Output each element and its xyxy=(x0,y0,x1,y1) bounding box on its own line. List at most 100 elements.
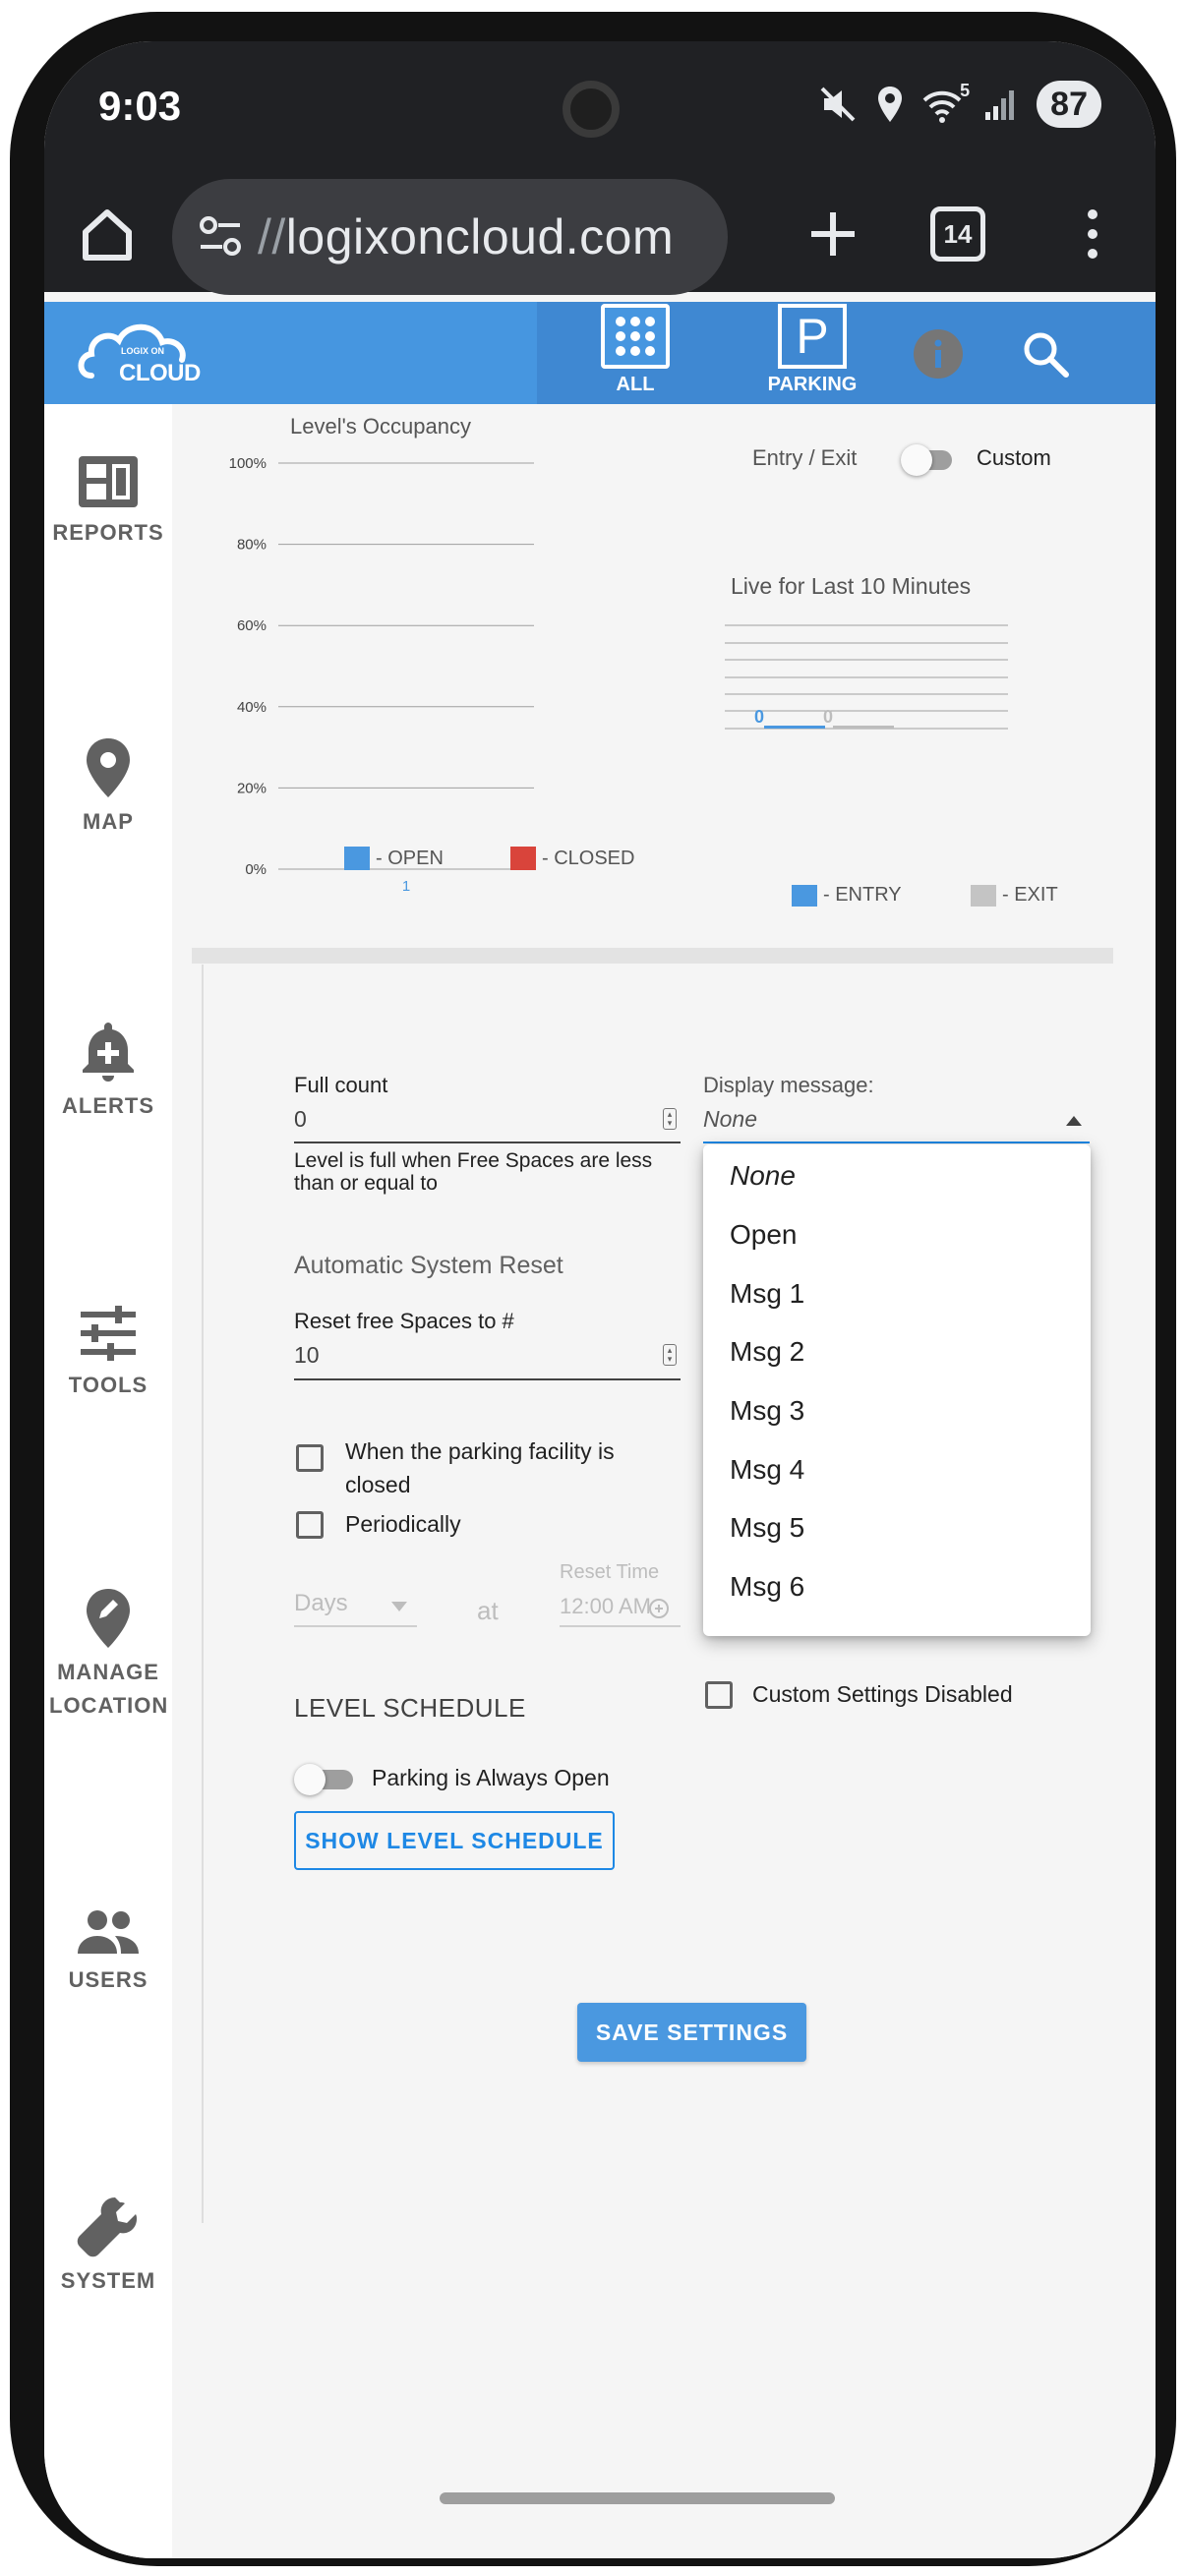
status-icons: 5 87 xyxy=(818,81,1101,128)
info-button[interactable] xyxy=(914,329,963,379)
tab-count: 14 xyxy=(930,206,985,262)
full-count-value: 0 xyxy=(294,1106,307,1132)
occupancy-chart: 0% 20% 40% 60% 80% 100% 1 xyxy=(229,455,534,895)
reset-time-input[interactable]: 12:00 AM xyxy=(560,1590,681,1625)
sidebar-item-manage-location[interactable]: MANAGE LOCATION xyxy=(44,1587,172,1723)
display-message-select[interactable]: None xyxy=(703,1102,1090,1142)
sidebar-item-system[interactable]: SYSTEM xyxy=(44,2194,172,2298)
browser-menu-button[interactable] xyxy=(1057,199,1128,269)
section-divider xyxy=(192,948,1113,964)
browser-toolbar: //logixoncloud.com 14 xyxy=(44,169,1156,295)
always-open-label: Parking is Always Open xyxy=(372,1765,610,1790)
front-camera xyxy=(563,81,620,138)
display-message-value: None xyxy=(703,1106,757,1132)
logix-logo[interactable]: LOGIX ON CLOUD xyxy=(74,317,202,391)
at-label: at xyxy=(477,1596,499,1625)
url-bar[interactable]: //logixoncloud.com xyxy=(172,179,728,295)
reset-spaces-label: Reset free Spaces to # xyxy=(294,1309,514,1333)
nav-all[interactable]: ALL xyxy=(591,302,680,404)
users-icon xyxy=(78,1910,139,1954)
legend-closed-label: - CLOSED xyxy=(542,847,635,869)
sidebar-item-tools[interactable]: TOOLS xyxy=(44,1304,172,1402)
full-count-input[interactable]: 0 ▴ ▾ xyxy=(294,1102,681,1142)
live-chart: 00 xyxy=(725,624,1008,730)
days-select[interactable]: Days xyxy=(294,1584,417,1623)
new-tab-button[interactable] xyxy=(798,199,868,269)
y-tick-label: 0% xyxy=(245,861,267,878)
legend-entry: - ENTRY xyxy=(792,884,902,907)
mute-vibrate-icon xyxy=(820,87,856,122)
level-schedule-heading: LEVEL SCHEDULE xyxy=(294,1693,526,1723)
legend-open-label: - OPEN xyxy=(376,847,444,869)
reset-spaces-stepper[interactable]: ▴ ▾ xyxy=(663,1344,677,1366)
auto-reset-heading: Automatic System Reset xyxy=(294,1252,563,1279)
legend-closed: - CLOSED xyxy=(510,847,634,870)
periodic-reset-checkbox[interactable] xyxy=(296,1511,324,1539)
display-message-menu: None Open Msg 1 Msg 2 Msg 3 Msg 4 Msg 5 … xyxy=(703,1144,1091,1636)
menu-option-none[interactable]: None xyxy=(730,1160,796,1192)
home-icon xyxy=(83,209,132,261)
url-domain: logixoncloud.com xyxy=(285,209,675,264)
nav-parking[interactable]: P PARKING xyxy=(753,302,871,404)
legend-entry-swatch xyxy=(792,884,817,907)
reset-spaces-input[interactable]: 10 ▴ ▾ xyxy=(294,1338,681,1377)
home-button[interactable] xyxy=(72,199,143,269)
header-nav: ALL P PARKING xyxy=(537,302,1156,404)
battery-indicator: 87 xyxy=(1037,81,1101,128)
sidebar-item-label: REPORTS xyxy=(52,520,164,545)
reset-time-value: 12:00 AM xyxy=(560,1594,651,1618)
y-tick-label: 60% xyxy=(237,617,267,634)
legend-exit-swatch xyxy=(971,884,996,907)
reset-spaces-underline xyxy=(294,1378,681,1380)
closed-reset-label: When the parking facility is closed xyxy=(345,1438,615,1497)
wifi-level: 5 xyxy=(960,81,971,100)
caret-up-icon xyxy=(1066,1116,1082,1126)
plus-icon xyxy=(811,212,855,256)
show-level-schedule-button[interactable]: SHOW LEVEL SCHEDULE xyxy=(294,1811,615,1870)
url-prefix: // xyxy=(258,209,286,264)
y-tick-label: 40% xyxy=(237,699,267,716)
menu-option-msg1[interactable]: Msg 1 xyxy=(730,1278,804,1310)
wifi-icon: 5 xyxy=(922,81,970,124)
sidebar-item-map[interactable]: MAP xyxy=(44,736,172,839)
logo-small-text: LOGIX ON xyxy=(121,346,165,356)
site-settings-icon xyxy=(200,216,241,256)
sidebar-item-reports[interactable]: REPORTS xyxy=(44,453,172,550)
legend-entry-label: - ENTRY xyxy=(823,884,902,906)
parking-icon: P xyxy=(778,304,847,369)
closed-reset-checkbox[interactable] xyxy=(296,1444,324,1472)
wrench-icon xyxy=(77,2197,137,2257)
phone-screen: 9:03 5 87 //logixoncloud.com 14 LOGIX ON… xyxy=(44,41,1156,2558)
menu-option-msg4[interactable]: Msg 4 xyxy=(730,1454,804,1486)
y-tick-label: 100% xyxy=(229,455,267,472)
menu-option-open[interactable]: Open xyxy=(730,1219,798,1251)
gesture-home-bar[interactable] xyxy=(440,2492,835,2504)
legend-closed-swatch xyxy=(510,847,536,870)
data-label-exit: 0 xyxy=(823,707,833,727)
display-message-label: Display message: xyxy=(703,1073,874,1097)
full-count-stepper[interactable]: ▴ ▾ xyxy=(663,1108,677,1130)
url-text: //logixoncloud.com xyxy=(258,208,674,265)
status-bar: 9:03 5 87 xyxy=(44,41,1156,169)
search-button[interactable] xyxy=(1019,327,1074,382)
save-settings-button[interactable]: SAVE SETTINGS xyxy=(577,2003,806,2062)
reset-time-label: Reset Time xyxy=(560,1561,660,1583)
display-message-underline xyxy=(703,1142,1090,1143)
menu-option-msg6[interactable]: Msg 6 xyxy=(730,1571,804,1603)
menu-option-msg2[interactable]: Msg 2 xyxy=(730,1336,804,1368)
tab-switcher-button[interactable]: 14 xyxy=(922,199,993,269)
signal-icon xyxy=(985,90,1015,120)
custom-settings-checkbox[interactable] xyxy=(705,1681,733,1709)
y-tick-label: 80% xyxy=(237,537,267,554)
sidebar-item-alerts[interactable]: ALERTS xyxy=(44,1019,172,1123)
sidebar-item-users[interactable]: USERS xyxy=(44,1908,172,1997)
charts-canvas: 0%20%40%60%80%100%1 00 xyxy=(229,455,1008,895)
full-count-label: Full count xyxy=(294,1073,388,1097)
menu-option-msg5[interactable]: Msg 5 xyxy=(730,1512,804,1544)
bar-entry xyxy=(764,726,825,729)
menu-option-msg3[interactable]: Msg 3 xyxy=(730,1395,804,1427)
always-open-toggle[interactable] xyxy=(294,1764,353,1795)
alarm-add-icon xyxy=(649,1599,669,1618)
search-icon xyxy=(1024,332,1069,378)
sidebar: REPORTS MAP ALERTS TOOLS MANAGE LOCATION… xyxy=(44,404,172,2558)
